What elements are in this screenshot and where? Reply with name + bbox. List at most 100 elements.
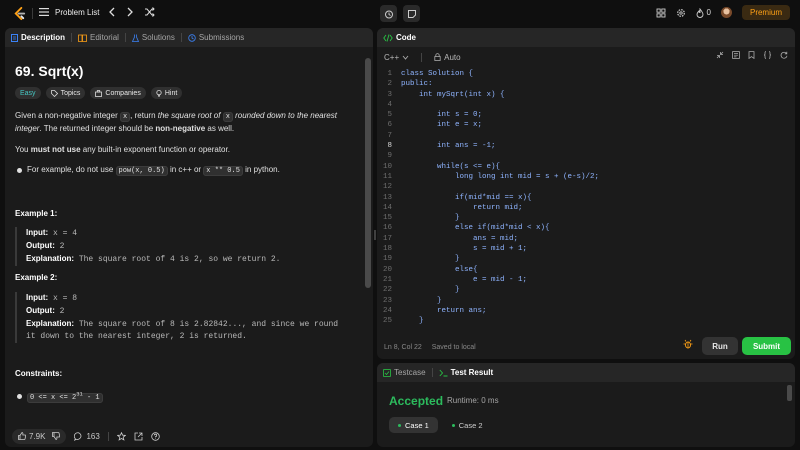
code-line[interactable]: 24 return ans; xyxy=(377,306,795,316)
code-line[interactable]: 6 int e = x; xyxy=(377,120,795,130)
tab-code[interactable]: Code xyxy=(383,33,416,42)
tab-testcase[interactable]: Testcase xyxy=(383,368,426,377)
problem-list-button[interactable]: Problem List xyxy=(39,7,99,17)
code-line[interactable]: 15 } xyxy=(377,213,795,223)
line-number: 10 xyxy=(382,162,392,171)
chevron-left-icon[interactable] xyxy=(108,7,116,17)
restriction-bold: must not use xyxy=(30,145,81,154)
output-label: Output: xyxy=(26,306,55,315)
code-line[interactable]: 4 xyxy=(377,100,795,110)
example-2-input: Input: x = 8 xyxy=(26,292,360,305)
code-line[interactable]: 11 long long int mid = s + (e-s)/2; xyxy=(377,172,795,182)
tab-submissions[interactable]: Submissions xyxy=(188,33,244,42)
share-icon[interactable] xyxy=(134,432,143,441)
streak-counter[interactable]: 0 xyxy=(696,7,711,18)
input-value: x = 8 xyxy=(48,294,78,303)
tab-test-result[interactable]: Test Result xyxy=(439,368,493,377)
collapse-icon[interactable] xyxy=(716,51,724,59)
language-select[interactable]: C++ xyxy=(384,53,409,62)
tab-description[interactable]: Description xyxy=(11,33,65,42)
case-1-button[interactable]: Case 1 xyxy=(389,417,438,433)
star-icon[interactable] xyxy=(116,431,126,441)
footer-separator xyxy=(107,431,109,441)
line-number: 4 xyxy=(387,100,392,109)
topics-chip[interactable]: Topics xyxy=(45,87,86,99)
premium-button[interactable]: Premium xyxy=(741,5,790,20)
code-line[interactable]: 3 int mySqrt(int x) { xyxy=(377,90,795,100)
code-line[interactable]: 14 return mid; xyxy=(377,203,795,213)
code-line[interactable]: 5 int s = 0; xyxy=(377,110,795,120)
test-panel-scrollbar[interactable] xyxy=(787,385,792,401)
verdict-status: Accepted xyxy=(389,394,444,408)
list-icon xyxy=(39,8,49,16)
document-icon xyxy=(11,33,18,42)
streak-count: 0 xyxy=(706,8,711,17)
code-line[interactable]: 2 public: xyxy=(377,79,795,89)
code-text: } xyxy=(401,255,460,264)
braces-icon[interactable] xyxy=(763,51,772,59)
code-line[interactable]: 19 } xyxy=(377,254,795,264)
code-editor-panel: Code C++ Auto 1 class Solution {2 public: 3… xyxy=(377,28,795,359)
reset-icon[interactable] xyxy=(780,51,788,59)
avatar[interactable] xyxy=(720,7,732,18)
notes-button[interactable] xyxy=(403,5,420,22)
hint-chip[interactable]: Hint xyxy=(150,87,183,99)
code-text: int ans = -1; xyxy=(401,142,496,151)
run-button[interactable]: Run xyxy=(702,337,738,355)
example-1-output: Output: 2 xyxy=(26,240,360,253)
code-line[interactable]: 7 xyxy=(377,131,795,141)
code-editor[interactable]: 1 class Solution {2 public: 3 int mySqrt(in… xyxy=(377,69,795,326)
code-line[interactable]: 13 if(mid*mid == x){ xyxy=(377,193,795,203)
companies-chip[interactable]: Companies xyxy=(90,87,146,99)
lock-icon xyxy=(434,53,441,61)
description-scrollbar[interactable] xyxy=(365,58,371,288)
code-line[interactable]: 17 ans = mid; xyxy=(377,234,795,244)
runtime-value: Runtime: 0 ms xyxy=(447,396,499,405)
code-line[interactable]: 22 } xyxy=(377,285,795,295)
note-icon[interactable] xyxy=(732,51,740,59)
editor-icons xyxy=(716,51,788,59)
difficulty-badge[interactable]: Easy xyxy=(15,87,41,99)
shuffle-icon[interactable] xyxy=(144,7,155,17)
terminal-icon xyxy=(439,369,448,376)
bookmark-icon[interactable] xyxy=(748,51,755,59)
statement-text: as well. xyxy=(205,124,235,133)
code-line[interactable]: 20 else{ xyxy=(377,265,795,275)
gear-icon[interactable] xyxy=(676,8,686,18)
code-line[interactable]: 25 } xyxy=(377,316,795,326)
like-button[interactable]: 7.9K xyxy=(12,428,67,444)
code-line[interactable]: 10 while(s <= e){ xyxy=(377,162,795,172)
code-line[interactable]: 18 s = mid + 1; xyxy=(377,244,795,254)
flame-icon xyxy=(696,7,703,18)
code-line[interactable]: 9 xyxy=(377,151,795,161)
submit-button[interactable]: Submit xyxy=(742,337,791,355)
comments-button[interactable]: 163 xyxy=(74,432,100,441)
code-line[interactable]: 21 e = mid - 1; xyxy=(377,275,795,285)
auto-mode[interactable]: Auto xyxy=(434,53,461,62)
help-icon[interactable] xyxy=(151,431,160,441)
example-2-title: Example 2: xyxy=(15,273,58,282)
code-line[interactable]: 16 else if(mid*mid < x){ xyxy=(377,223,795,233)
description-footer: 7.9K 163 xyxy=(5,425,373,447)
tab-separator xyxy=(431,368,433,377)
case-2-button[interactable]: Case 2 xyxy=(443,417,492,433)
code-line[interactable]: 12 xyxy=(377,182,795,192)
chevron-right-icon[interactable] xyxy=(126,7,134,17)
line-number: 24 xyxy=(382,306,392,315)
code-text: } xyxy=(401,296,442,305)
tab-editorial[interactable]: Editorial xyxy=(78,33,119,42)
layout-grid-icon[interactable] xyxy=(656,8,666,18)
constraint-exponent: 31 xyxy=(76,391,83,398)
leetcode-logo-icon[interactable] xyxy=(12,6,27,21)
thumbs-down-icon[interactable] xyxy=(52,432,61,440)
code-line[interactable]: 8 int ans = -1; xyxy=(377,141,795,151)
explanation-label: Explanation: xyxy=(26,319,75,328)
timer-button[interactable] xyxy=(380,5,397,22)
code-line[interactable]: 23 } xyxy=(377,296,795,306)
code-line[interactable]: 1 class Solution { xyxy=(377,69,795,79)
tab-solutions[interactable]: Solutions xyxy=(131,33,175,42)
example-2-explanation: Explanation: The square root of 8 is 2.8… xyxy=(26,318,360,331)
test-result-panel: Testcase Test Result Accepted Runtime: 0… xyxy=(377,363,795,447)
code-text: e = mid - 1; xyxy=(401,275,528,284)
debug-icon[interactable] xyxy=(683,339,693,352)
